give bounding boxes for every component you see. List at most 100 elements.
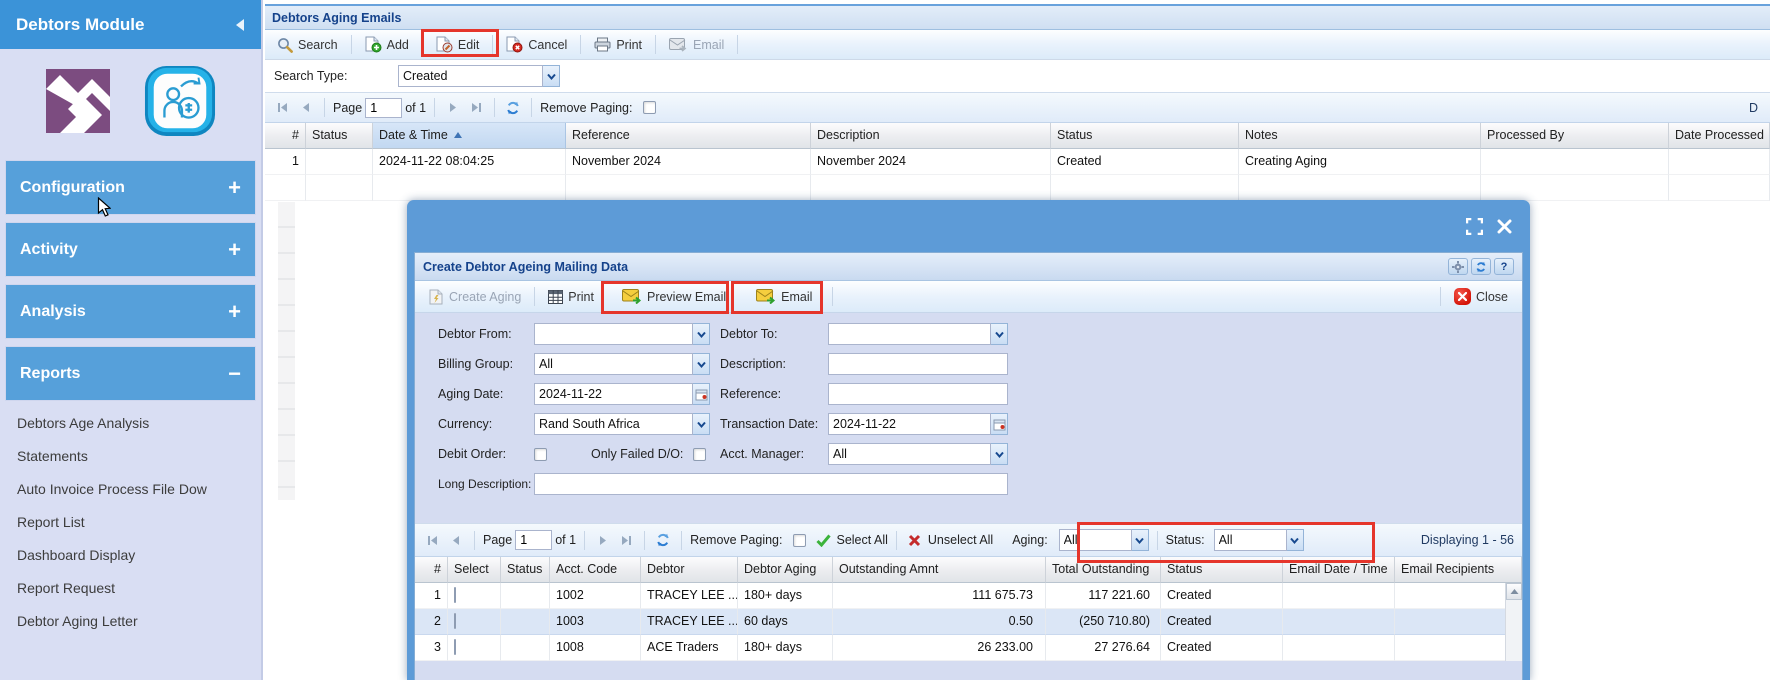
acct-manager-combo[interactable] <box>828 443 1008 465</box>
sidebar-item-report-list[interactable]: Report List <box>0 506 261 539</box>
collapse-minus-icon[interactable]: − <box>228 364 241 384</box>
remove-paging-checkbox[interactable] <box>643 101 656 114</box>
email-button[interactable]: Email <box>663 35 730 55</box>
chevron-down-icon[interactable] <box>991 443 1008 465</box>
column-header[interactable]: # <box>265 123 306 149</box>
column-header[interactable]: Email Recipients <box>1395 557 1522 583</box>
column-header[interactable]: Outstanding Amnt <box>833 557 1046 583</box>
first-page-button[interactable] <box>273 98 293 118</box>
chevron-down-icon[interactable] <box>693 353 710 375</box>
sidebar-header[interactable]: Debtors Module <box>0 0 261 49</box>
row-select-checkbox[interactable] <box>454 613 456 629</box>
search-type-input[interactable] <box>398 65 543 87</box>
chevron-down-icon[interactable] <box>693 413 710 435</box>
sidebar-item-analysis[interactable]: Analysis + <box>5 284 256 339</box>
refresh-icon[interactable] <box>653 530 673 550</box>
refresh-icon[interactable] <box>1471 258 1491 275</box>
window-titlebar[interactable] <box>407 200 1530 252</box>
currency-input[interactable] <box>534 413 693 435</box>
chevron-down-icon[interactable] <box>543 65 560 87</box>
column-header[interactable]: Date Processed <box>1669 123 1770 149</box>
last-page-button[interactable] <box>466 98 486 118</box>
row-select-checkbox[interactable] <box>454 639 456 655</box>
remove-paging-checkbox[interactable] <box>793 534 806 547</box>
billing-group-combo[interactable] <box>534 353 710 375</box>
select-all-button[interactable]: Select All <box>836 533 887 547</box>
search-button[interactable]: Search <box>271 34 344 56</box>
column-header[interactable]: Description <box>811 123 1051 149</box>
table-row[interactable]: 1 2024-11-22 08:04:25 November 2024 Nove… <box>265 149 1770 175</box>
sidebar-item-auto-invoice-process[interactable]: Auto Invoice Process File Dow <box>0 473 261 506</box>
column-header[interactable]: Status <box>1051 123 1239 149</box>
page-number-input[interactable] <box>515 530 552 550</box>
calendar-icon[interactable] <box>693 383 710 405</box>
debtor-to-input[interactable] <box>828 323 991 345</box>
description-input[interactable] <box>828 353 1008 375</box>
table-row[interactable]: 2 1003 TRACEY LEE ... 60 days 0.50 (250 … <box>415 609 1522 635</box>
first-page-button[interactable] <box>423 530 443 550</box>
scroll-up-arrow-icon[interactable] <box>1506 583 1522 600</box>
debtor-from-combo[interactable] <box>534 323 710 345</box>
chevron-down-icon[interactable] <box>693 323 710 345</box>
column-header[interactable]: Select <box>448 557 501 583</box>
calendar-icon[interactable] <box>991 413 1008 435</box>
column-header[interactable]: Reference <box>566 123 811 149</box>
column-header[interactable]: # <box>415 557 448 583</box>
table-row[interactable]: 3 1008 ACE Traders 180+ days 26 233.00 2… <box>415 635 1522 661</box>
page-number-input[interactable] <box>365 98 402 118</box>
sidebar-item-statements[interactable]: Statements <box>0 440 261 473</box>
chevron-down-icon[interactable] <box>991 323 1008 345</box>
long-description-input[interactable] <box>534 473 1008 495</box>
expand-plus-icon[interactable]: + <box>228 240 241 260</box>
only-failed-do-checkbox[interactable] <box>693 448 706 461</box>
refresh-icon[interactable] <box>503 98 523 118</box>
column-header[interactable]: Debtor <box>641 557 738 583</box>
table-row[interactable]: 1 1002 TRACEY LEE ... 180+ days 111 675.… <box>415 583 1522 609</box>
sidebar-item-reports[interactable]: Reports − <box>5 346 256 401</box>
last-page-button[interactable] <box>616 530 636 550</box>
sidebar-item-report-request[interactable]: Report Request <box>0 572 261 605</box>
column-header[interactable]: Status <box>501 557 550 583</box>
prev-page-button[interactable] <box>446 530 466 550</box>
search-type-combo[interactable] <box>398 65 560 87</box>
expand-plus-icon[interactable]: + <box>228 178 241 198</box>
next-page-button[interactable] <box>443 98 463 118</box>
column-header[interactable]: Processed By <box>1481 123 1669 149</box>
sidebar-item-debtor-aging-letter[interactable]: Debtor Aging Letter <box>0 605 261 638</box>
acct-manager-input[interactable] <box>828 443 991 465</box>
currency-combo[interactable] <box>534 413 710 435</box>
transaction-date-field[interactable] <box>828 413 1008 435</box>
row-select-checkbox[interactable] <box>454 587 456 603</box>
vertical-scrollbar[interactable] <box>1505 583 1522 661</box>
debit-order-checkbox[interactable] <box>534 448 547 461</box>
column-header-sorted[interactable]: Date & Time <box>373 123 566 149</box>
column-header[interactable]: Debtor Aging <box>738 557 833 583</box>
sidebar-collapse-icon[interactable] <box>234 18 245 32</box>
billing-group-input[interactable] <box>534 353 693 375</box>
close-window-icon[interactable] <box>1497 219 1512 234</box>
sidebar-item-debtors-age-analysis[interactable]: Debtors Age Analysis <box>0 407 261 440</box>
print-button[interactable]: Print <box>588 34 648 55</box>
cancel-button[interactable]: Cancel <box>500 33 573 56</box>
sidebar-item-configuration[interactable]: Configuration + <box>5 160 256 215</box>
prev-page-button[interactable] <box>296 98 316 118</box>
gear-icon[interactable] <box>1448 258 1468 275</box>
maximize-icon[interactable] <box>1466 218 1483 235</box>
sidebar-item-dashboard-display[interactable]: Dashboard Display <box>0 539 261 572</box>
next-page-button[interactable] <box>593 530 613 550</box>
column-header[interactable]: Status <box>306 123 373 149</box>
aging-date-field[interactable] <box>534 383 710 405</box>
expand-plus-icon[interactable]: + <box>228 302 241 322</box>
add-button[interactable]: Add <box>359 33 415 56</box>
unselect-all-button[interactable]: Unselect All <box>928 533 993 547</box>
reference-input[interactable] <box>828 383 1008 405</box>
create-aging-button[interactable]: Create Aging <box>423 286 527 308</box>
close-button[interactable]: Close <box>1448 285 1514 308</box>
help-icon[interactable]: ? <box>1494 258 1514 275</box>
column-header[interactable]: Notes <box>1239 123 1481 149</box>
column-header[interactable]: Acct. Code <box>550 557 641 583</box>
debtor-to-combo[interactable] <box>828 323 1008 345</box>
print-button[interactable]: Print <box>542 287 600 307</box>
aging-date-input[interactable] <box>534 383 693 405</box>
debtor-from-input[interactable] <box>534 323 693 345</box>
